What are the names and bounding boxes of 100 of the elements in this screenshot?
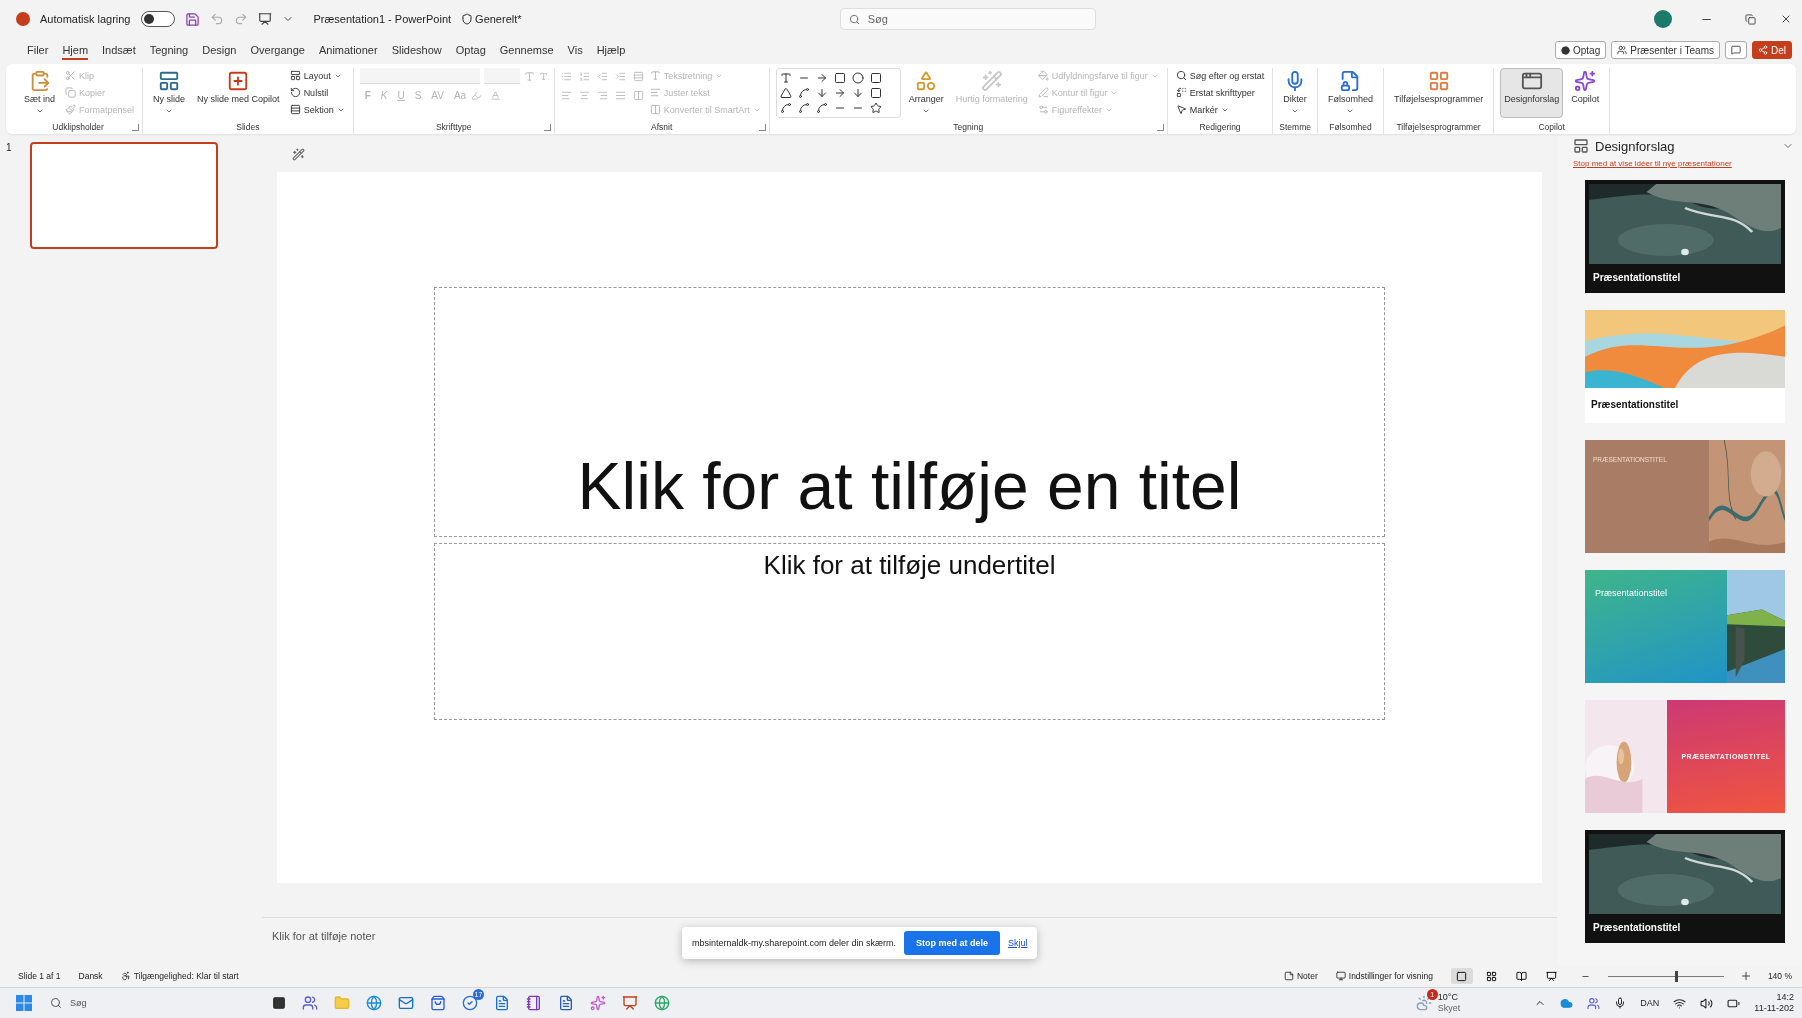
- shape-icon[interactable]: [869, 102, 882, 114]
- ribbon-tab[interactable]: Vis: [562, 41, 588, 59]
- shape-icon[interactable]: [779, 87, 792, 99]
- autosave-toggle[interactable]: [140, 11, 175, 27]
- zoom-in-icon[interactable]: [1741, 972, 1750, 980]
- subtitle-placeholder[interactable]: Klik for at tilføje undertitel: [434, 543, 1385, 720]
- ribbon-tab[interactable]: Optag: [450, 41, 491, 59]
- sensitivity-label[interactable]: Generelt*: [475, 13, 522, 25]
- ribbon-tab[interactable]: Animationer: [313, 41, 383, 59]
- people-icon[interactable]: [302, 995, 318, 1011]
- ribbon-button[interactable]: Nulstil: [287, 85, 347, 100]
- presentation-icon[interactable]: [257, 12, 272, 26]
- language-status[interactable]: Dansk: [78, 971, 103, 981]
- weather-text[interactable]: Skyet: [1437, 1003, 1461, 1014]
- ribbon-button[interactable]: Erstat skrifttyper: [1173, 85, 1267, 100]
- title-placeholder[interactable]: Klik for at tilføje en titel: [434, 287, 1385, 537]
- stop-ideas-link[interactable]: Stop med at vise idéer til nye præsentationer: [1573, 159, 1802, 168]
- shape-icon[interactable]: [797, 102, 810, 114]
- sparkle-icon[interactable]: [590, 995, 606, 1011]
- magic-icon[interactable]: [292, 147, 305, 161]
- taskbar-search[interactable]: Søg: [44, 992, 200, 1014]
- shape-icon[interactable]: [869, 87, 882, 99]
- dialog-launcher-icon[interactable]: [1156, 124, 1164, 131]
- search-field[interactable]: Søg: [839, 8, 1096, 30]
- ribbon-button[interactable]: Ny slide: [149, 68, 190, 118]
- font-color-icon[interactable]: [490, 90, 502, 101]
- clock-time[interactable]: 14:2: [1776, 992, 1794, 1003]
- ribbon-button[interactable]: Følsomhed: [1324, 68, 1377, 118]
- ribbon-button[interactable]: Sæt ind: [20, 68, 60, 118]
- close-icon[interactable]: [1780, 13, 1792, 25]
- design-card[interactable]: Præsentationstitel: [1585, 830, 1785, 943]
- zoom-thumb[interactable]: [1675, 970, 1679, 982]
- shape-icon[interactable]: [869, 72, 882, 84]
- clock-date[interactable]: 11-11-202: [1754, 1003, 1794, 1014]
- ribbon-button[interactable]: Layout: [287, 68, 347, 83]
- avatar-icon[interactable]: [1654, 10, 1672, 28]
- shape-icon[interactable]: [815, 102, 828, 114]
- ribbon-button[interactable]: Tilføjelsesprogrammer: [1390, 68, 1488, 118]
- shape-icon[interactable]: [779, 72, 792, 84]
- teams-button[interactable]: Præsenter i Teams: [1611, 41, 1720, 59]
- hide-link[interactable]: Skjul: [1007, 938, 1028, 948]
- ribbon-tab[interactable]: Hjem: [57, 41, 94, 59]
- ribbon-tab[interactable]: Indsæt: [97, 41, 141, 59]
- checkmark-icon[interactable]: [462, 995, 478, 1011]
- ribbon-button[interactable]: Dikter: [1279, 68, 1311, 118]
- volume-icon[interactable]: [1700, 996, 1714, 1010]
- accessibility-status[interactable]: Tilgængelighed: Klar til start: [120, 971, 239, 981]
- ribbon-tab[interactable]: Slideshow: [386, 41, 447, 59]
- document-icon[interactable]: [558, 995, 574, 1011]
- comments-button[interactable]: [1725, 41, 1747, 59]
- stop-sharing-button[interactable]: Stop med at dele: [903, 931, 1000, 955]
- shape-icon[interactable]: [779, 102, 792, 114]
- font-name-field[interactable]: [359, 68, 480, 84]
- dialog-launcher-icon[interactable]: [132, 124, 140, 131]
- ribbon-button[interactable]: Arranger: [904, 68, 948, 118]
- shape-icon[interactable]: [833, 72, 846, 84]
- dialog-launcher-icon[interactable]: [543, 124, 551, 131]
- globe-icon[interactable]: [654, 995, 670, 1011]
- restore-icon[interactable]: [1745, 13, 1756, 25]
- ribbon-button[interactable]: Copilot: [1567, 68, 1604, 118]
- cloud-icon[interactable]: [1560, 996, 1574, 1010]
- ribbon-tab[interactable]: Design: [197, 41, 242, 59]
- input-language[interactable]: DAN: [1640, 998, 1660, 1008]
- save-icon[interactable]: [184, 11, 200, 27]
- mail-icon[interactable]: [398, 995, 414, 1011]
- browser-icon[interactable]: [366, 995, 382, 1011]
- ribbon-tab[interactable]: Tegning: [144, 41, 194, 59]
- notes-button[interactable]: Noter: [1284, 971, 1318, 981]
- microphone-icon[interactable]: [1614, 997, 1627, 1009]
- presentation-icon[interactable]: [622, 995, 638, 1011]
- ribbon-button[interactable]: Designforslag: [1500, 68, 1564, 118]
- ribbon-button[interactable]: Sektion: [287, 102, 347, 117]
- font-size-field[interactable]: [483, 68, 520, 84]
- zoom-percent[interactable]: 140 %: [1767, 971, 1792, 981]
- ribbon-tab[interactable]: Gennemse: [494, 41, 559, 59]
- dialog-launcher-icon[interactable]: [758, 124, 766, 131]
- shape-icon[interactable]: [851, 72, 864, 84]
- ribbon-tab[interactable]: Hjælp: [591, 41, 631, 59]
- slide-canvas[interactable]: Klik for at tilføje en titel Klik for at tilføje undertitel: [277, 172, 1542, 883]
- temperature[interactable]: 10°C: [1437, 992, 1461, 1003]
- share-button[interactable]: Del: [1752, 41, 1792, 59]
- notebook-icon[interactable]: [526, 995, 542, 1011]
- ribbon-tab[interactable]: Overgange: [245, 41, 310, 59]
- ribbon-tab[interactable]: Filer: [22, 41, 54, 59]
- record-button[interactable]: Optag: [1555, 41, 1607, 59]
- task-view-icon[interactable]: [272, 996, 286, 1010]
- network-icon[interactable]: [1673, 996, 1687, 1010]
- ribbon-button[interactable]: Søg efter og erstat: [1173, 68, 1267, 83]
- shapes-gallery[interactable]: [775, 68, 901, 118]
- store-icon[interactable]: [430, 995, 446, 1011]
- ribbon-button[interactable]: Ny slide med Copilot: [193, 68, 284, 118]
- design-card[interactable]: Præsentationstitel: [1585, 180, 1785, 293]
- shape-icon[interactable]: [797, 87, 810, 99]
- design-card[interactable]: Præsentationstitel: [1585, 310, 1785, 423]
- slide-thumbnail[interactable]: [29, 142, 218, 249]
- weather-icon[interactable]: [1415, 995, 1432, 1011]
- ribbon-button[interactable]: Markér: [1173, 102, 1267, 117]
- people-icon[interactable]: [1587, 996, 1601, 1010]
- notepad-icon[interactable]: [494, 995, 510, 1011]
- view-settings-button[interactable]: Indstillinger for visning: [1335, 971, 1433, 981]
